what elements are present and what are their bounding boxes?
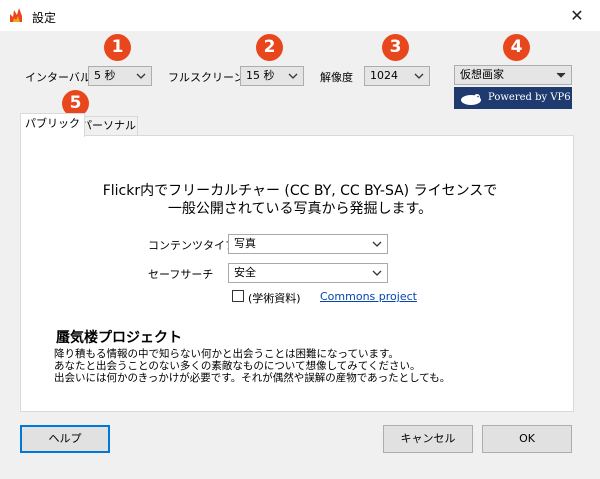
close-button[interactable]: ✕ bbox=[554, 0, 600, 31]
commons-project-link[interactable]: Commons project bbox=[320, 290, 417, 303]
cancel-button[interactable]: キャンセル bbox=[383, 425, 473, 453]
safe-search-value: 安全 bbox=[234, 266, 256, 279]
academic-checkbox-label: (学術資料) bbox=[248, 292, 301, 305]
marker-3: 3 bbox=[382, 34, 409, 61]
interval-label: インターバル bbox=[25, 71, 91, 84]
chevron-down-icon bbox=[288, 73, 298, 79]
tab-public[interactable]: パブリック bbox=[20, 113, 85, 137]
ok-button[interactable]: OK bbox=[482, 425, 572, 453]
interval-select[interactable]: 5 秒 bbox=[88, 66, 152, 86]
window-title: 設定 bbox=[32, 11, 57, 25]
chevron-down-icon bbox=[414, 73, 424, 79]
chevron-down-icon bbox=[136, 73, 146, 79]
fullscreen-select[interactable]: 15 秒 bbox=[240, 66, 304, 86]
marker-1: 1 bbox=[104, 34, 131, 61]
settings-dialog: 設定 ✕ 1 2 3 4 5 6 インターバル 5 秒 フルスクリーン 15 秒… bbox=[0, 0, 600, 479]
tab-personal[interactable]: パーソナル bbox=[76, 116, 138, 136]
marker-2: 2 bbox=[256, 34, 283, 61]
content-type-select[interactable]: 写真 bbox=[228, 234, 388, 254]
project-text-line-2: あなたと出会うことのない多くの素敵なものについて想像してみてください。 bbox=[54, 360, 421, 372]
chevron-down-icon bbox=[372, 241, 382, 247]
powered-by-vp6-logo: Powered by VP6 bbox=[454, 87, 572, 109]
description-line-1: Flickr内でフリーカルチャー (CC BY, CC BY-SA) ライセンス… bbox=[102, 183, 498, 199]
fullscreen-value: 15 秒 bbox=[246, 69, 275, 82]
resolution-value: 1024 bbox=[370, 69, 398, 82]
style-select[interactable]: 仮想画家 bbox=[454, 65, 572, 85]
ok-button-label: OK bbox=[519, 432, 535, 445]
safe-search-select[interactable]: 安全 bbox=[228, 263, 388, 283]
academic-checkbox[interactable] bbox=[232, 290, 244, 302]
title-bar: 設定 ✕ bbox=[0, 0, 600, 31]
fullscreen-label: フルスクリーン bbox=[168, 71, 245, 84]
tab-personal-label: パーソナル bbox=[81, 119, 136, 132]
content-type-value: 写真 bbox=[234, 237, 256, 250]
cancel-button-label: キャンセル bbox=[400, 432, 456, 445]
marker-4: 4 bbox=[503, 34, 530, 61]
chevron-down-icon bbox=[372, 270, 382, 276]
tab-public-label: パブリック bbox=[25, 117, 80, 130]
project-text-line-1: 降り積もる情報の中で知らない何かと出会うことは困難になっています。 bbox=[54, 348, 399, 360]
description-line-2: 一般公開されている写真から発掘します。 bbox=[167, 201, 433, 217]
app-flame-icon bbox=[8, 7, 24, 23]
project-text-line-3: 出会いには何かのきっかけが必要です。それが偶然や誤解の産物であったとしても。 bbox=[54, 372, 451, 384]
safe-search-label: セーフサーチ bbox=[148, 268, 214, 281]
style-value: 仮想画家 bbox=[460, 68, 504, 81]
resolution-label: 解像度 bbox=[320, 71, 353, 84]
interval-value: 5 秒 bbox=[94, 69, 116, 82]
project-title: 蜃気楼プロジェクト bbox=[56, 330, 182, 346]
chevron-down-icon bbox=[556, 72, 566, 78]
help-button-label: ヘルプ bbox=[48, 432, 82, 445]
help-button[interactable]: ヘルプ bbox=[20, 425, 110, 453]
vp6-mascot-icon bbox=[461, 94, 481, 105]
content-type-label: コンテンツタイプ bbox=[148, 239, 236, 252]
resolution-select[interactable]: 1024 bbox=[364, 66, 430, 86]
powered-by-text: Powered by VP6 bbox=[488, 92, 571, 103]
